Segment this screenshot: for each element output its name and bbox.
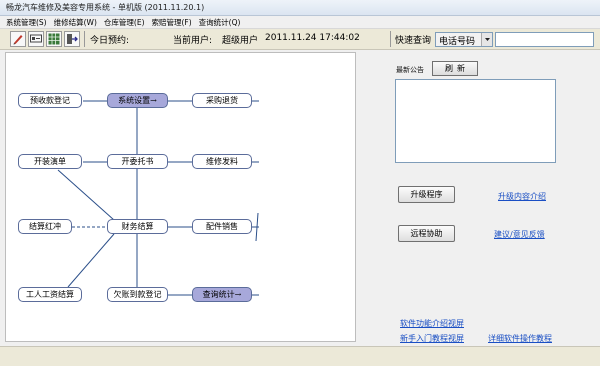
- current-user-label: 当前用户:: [173, 36, 213, 46]
- notice-label: 最新公告: [396, 66, 424, 74]
- node-settle-red[interactable]: 结算红冲: [18, 219, 72, 234]
- node-open-order[interactable]: 开装演单: [18, 154, 82, 169]
- toolbar: 今日预约: 当前用户: 超级用户 2011.11.24 17:44:02 快速查…: [0, 29, 600, 50]
- notice-box[interactable]: [395, 79, 556, 163]
- remote-assist-button[interactable]: 远程协助: [398, 225, 455, 242]
- feedback-link[interactable]: 建议/意见反馈: [494, 229, 545, 240]
- status-bar: [0, 346, 600, 366]
- query-field-select[interactable]: 电话号码: [435, 32, 493, 47]
- grid-icon[interactable]: [46, 31, 62, 47]
- quick-query-input[interactable]: [495, 32, 594, 47]
- menu-warehouse[interactable]: 仓库管理(E): [104, 16, 145, 28]
- chevron-down-icon[interactable]: [481, 33, 492, 46]
- node-system-settings[interactable]: 系统设置→: [107, 93, 168, 108]
- menu-repair-settle[interactable]: 维修结算(W): [54, 16, 97, 28]
- workflow-diagram: 预收款登记 系统设置→ 采购退货 开装演单 开委托书 维修发料 结算红冲 财务结…: [5, 52, 356, 342]
- node-wage-settle[interactable]: 工人工资结算: [18, 287, 82, 302]
- quick-query-label: 快速查询: [395, 36, 432, 46]
- node-purchase-return[interactable]: 采购退货: [192, 93, 252, 108]
- query-field-value: 电话号码: [439, 37, 476, 47]
- video-beginner-link[interactable]: 新手入门教程视屏: [400, 333, 464, 344]
- node-repair-issue[interactable]: 维修发料: [192, 154, 252, 169]
- node-finance-settle[interactable]: 财务结算: [107, 219, 168, 234]
- current-user-value: 超级用户: [222, 36, 259, 46]
- node-debt-register[interactable]: 欠账到款登记: [107, 287, 168, 302]
- right-panel: 最新公告 刷新 升级程序 升级内容介绍 远程协助 建议/意见反馈 软件功能介绍视…: [360, 52, 600, 344]
- node-parts-sale[interactable]: 配件销售: [192, 219, 252, 234]
- refresh-button[interactable]: 刷新: [432, 61, 478, 76]
- current-datetime: 2011.11.24 17:44:02: [265, 33, 360, 43]
- upgrade-button[interactable]: 升级程序: [398, 186, 455, 203]
- menu-system[interactable]: 系统管理(S): [6, 16, 47, 28]
- menu-bar: 系统管理(S) 维修结算(W) 仓库管理(E) 索赔管理(F) 查询统计(Q): [0, 16, 600, 29]
- video-detail-link[interactable]: 详细软件操作教程: [488, 333, 552, 344]
- toolbar-separator: [390, 31, 391, 47]
- exit-icon[interactable]: [64, 31, 80, 47]
- menu-claims[interactable]: 索赔管理(F): [152, 16, 192, 28]
- toolbar-separator: [84, 31, 85, 47]
- menu-query-stats[interactable]: 查询统计(Q): [199, 16, 241, 28]
- upgrade-info-link[interactable]: 升级内容介绍: [498, 191, 546, 202]
- video-intro-link[interactable]: 软件功能介绍视屏: [400, 318, 464, 329]
- today-appointment-label: 今日预约:: [90, 36, 130, 46]
- node-query-stats[interactable]: 查询统计→: [192, 287, 252, 302]
- window-title: 畅龙汽车维修及美容专用系统 - 单机版 (2011.11.20.1): [0, 0, 600, 16]
- node-open-delegate[interactable]: 开委托书: [107, 154, 168, 169]
- pencil-icon[interactable]: [10, 31, 26, 47]
- node-prepay-register[interactable]: 预收款登记: [18, 93, 82, 108]
- key-icon[interactable]: [28, 31, 44, 47]
